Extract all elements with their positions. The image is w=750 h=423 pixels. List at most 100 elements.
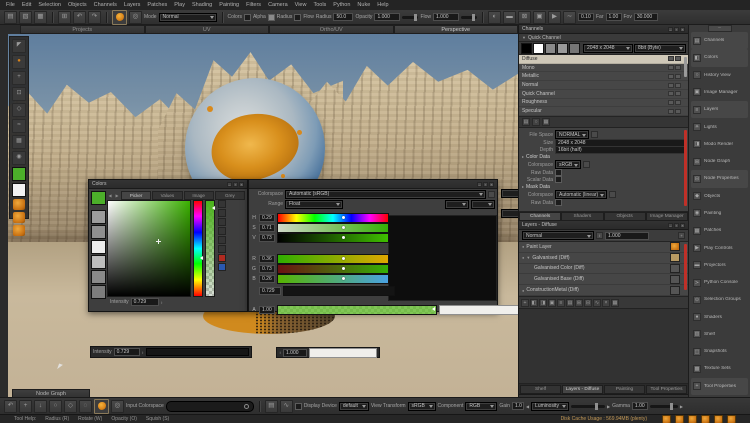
visibility-icon[interactable]: ● — [522, 244, 524, 249]
new-project-icon[interactable]: ▤ — [4, 11, 17, 24]
share-icon[interactable] — [675, 83, 681, 88]
intensity-field[interactable]: 0.729 — [131, 298, 159, 306]
tab-image-manager[interactable]: Image Manager — [646, 212, 688, 221]
blue-channel-icon[interactable] — [218, 263, 226, 271]
layers-palette-header[interactable]: Layers - Diffuse – ▫ × — [519, 221, 688, 230]
select-tool[interactable]: ◤ — [12, 39, 26, 53]
display-checkbox[interactable] — [295, 403, 302, 410]
menu-filters[interactable]: Filters — [246, 2, 261, 8]
tab-ortho-uv[interactable]: Ortho/UV — [269, 25, 394, 34]
status-indicator-icon[interactable] — [701, 415, 710, 423]
range-min-dropdown[interactable] — [445, 200, 469, 209]
sidebar-item-projectors[interactable]: ▬Projectors — [691, 257, 748, 274]
channel-swatch[interactable] — [545, 43, 556, 54]
tab-tool-properties[interactable]: Tool Properties — [646, 385, 687, 394]
history-swatch[interactable] — [91, 210, 106, 224]
curve-icon[interactable]: ∿ — [280, 400, 293, 413]
file-space-reset-button[interactable] — [591, 131, 598, 138]
slider-right-icon[interactable]: ▶ — [607, 404, 610, 409]
sidebar-item-objects[interactable]: ◆Objects — [691, 188, 748, 205]
menu-painting[interactable]: Painting — [219, 2, 239, 8]
share-icon[interactable] — [675, 91, 681, 96]
slider-right-icon[interactable]: ▶ — [680, 404, 683, 409]
channel-list-scrollbar[interactable] — [684, 57, 687, 77]
clone-tool[interactable]: ▦ — [12, 135, 26, 149]
save-project-icon[interactable]: ▦ — [34, 11, 47, 24]
menu-nuke[interactable]: Nuke — [357, 2, 370, 8]
component-dropdown[interactable]: RGB — [465, 402, 497, 411]
sidebar-item-play-controls[interactable]: ▶Play Controls — [691, 239, 748, 256]
tab-layers-diffuse[interactable]: Layers - Diffuse — [562, 385, 603, 394]
range-max-dropdown[interactable] — [471, 200, 495, 209]
cache-icon[interactable] — [668, 100, 674, 105]
lasso-select-icon[interactable]: ◇ — [64, 400, 77, 413]
symmetry-icon[interactable]: ⊠ — [518, 11, 531, 24]
fov-field[interactable]: 30.000 — [634, 13, 658, 21]
add-mask-icon[interactable]: ⊞ — [575, 299, 583, 307]
scalar-data-checkbox[interactable] — [555, 176, 562, 183]
move-icon[interactable]: + — [19, 400, 32, 413]
hue-slider[interactable] — [193, 200, 203, 297]
current-color-swatch[interactable] — [91, 191, 106, 205]
colorspace-reset-button[interactable] — [488, 191, 495, 198]
blend-spinner[interactable]: ↕ — [596, 232, 603, 239]
minimize-icon[interactable]: – — [227, 182, 232, 187]
tab-painting[interactable]: Painting — [604, 385, 645, 394]
add-procedural-icon[interactable]: ◨ — [539, 299, 547, 307]
menu-tools[interactable]: Tools — [313, 2, 326, 8]
sidebar-item-modo-render[interactable]: ◨Modo Render — [691, 136, 748, 153]
bit-depth-dropdown[interactable]: 8bit (Byte) — [634, 44, 686, 53]
values-palette-header[interactable]: – ▫ × — [249, 180, 497, 189]
red-channel-icon[interactable] — [218, 254, 226, 262]
sidebar-item-node-properties[interactable]: ⊟Node Properties — [691, 170, 748, 187]
view-transform-dropdown[interactable]: sRGB — [408, 402, 436, 411]
cache-icon[interactable] — [668, 83, 674, 88]
tab-shelf[interactable]: Shelf — [520, 385, 561, 394]
status-indicator-icon[interactable] — [675, 415, 684, 423]
color-sample-icon[interactable]: ◎ — [129, 11, 142, 24]
float-icon[interactable]: ▫ — [233, 182, 238, 187]
layer-row-child[interactable]: Galvanised Base (Diff) — [519, 274, 688, 285]
float-icon[interactable]: ▫ — [674, 223, 679, 228]
channel-row[interactable]: Roughness — [519, 99, 688, 108]
resolution-dropdown[interactable]: 2048 x 2048 — [583, 44, 633, 53]
sidebar-item-tool-properties[interactable]: +Tool Properties — [691, 378, 748, 395]
sidebar-item-texture-sets[interactable]: ▩Texture Sets — [691, 360, 748, 377]
display-device-dropdown[interactable]: default — [339, 402, 369, 411]
add-adjustment-icon[interactable]: ◧ — [530, 299, 538, 307]
picker-option-icon[interactable] — [218, 236, 226, 244]
paint-mode-dropdown[interactable]: Normal — [159, 13, 217, 22]
intensity-dark-slider[interactable] — [283, 286, 395, 296]
history-swatch[interactable] — [91, 270, 106, 284]
luminosity-slider[interactable] — [571, 405, 605, 408]
intensity-value-field[interactable]: 0.729 — [259, 287, 281, 295]
active-brush-button[interactable] — [94, 399, 109, 414]
intensity-spinner[interactable]: ↕ — [161, 300, 163, 305]
sidebar-item-shelf[interactable]: ▥Shelf — [691, 326, 748, 343]
transform-tool[interactable]: + — [12, 71, 26, 85]
history-swatch[interactable] — [91, 285, 106, 299]
circle-select-icon[interactable]: ○ — [49, 400, 62, 413]
near-field[interactable]: 0.10 — [578, 13, 594, 21]
page-icon[interactable]: ▤ — [265, 400, 278, 413]
picker-option-icon[interactable] — [218, 245, 226, 253]
radius-field[interactable]: 50.0 — [333, 13, 353, 21]
tab-uv[interactable]: UV — [145, 25, 270, 34]
raw-data-checkbox[interactable] — [555, 169, 562, 176]
tab-picker[interactable]: Picker — [121, 191, 151, 200]
group-expand-icon[interactable]: ▼ — [526, 255, 530, 260]
sidebar-item-layers[interactable]: ≡Layers — [691, 101, 748, 118]
sidebar-item-snapshots[interactable]: ◫Snapshots — [691, 343, 748, 360]
channel-swatch[interactable] — [569, 43, 580, 54]
smear-tool[interactable]: ≈ — [12, 119, 26, 133]
value-field[interactable]: 0.73 — [259, 234, 275, 242]
alpha-gradient-slider[interactable] — [277, 305, 437, 315]
mask-data-section[interactable]: ▸ Mask Data — [519, 183, 688, 190]
alpha-checkbox[interactable] — [244, 14, 251, 21]
opacity-slider[interactable] — [402, 16, 418, 19]
close-icon[interactable]: × — [680, 223, 685, 228]
menu-camera[interactable]: Camera — [268, 2, 288, 8]
tab-perspective[interactable]: Perspective — [394, 25, 519, 34]
remove-layer-icon[interactable]: × — [602, 299, 610, 307]
close-icon[interactable]: × — [489, 182, 494, 187]
